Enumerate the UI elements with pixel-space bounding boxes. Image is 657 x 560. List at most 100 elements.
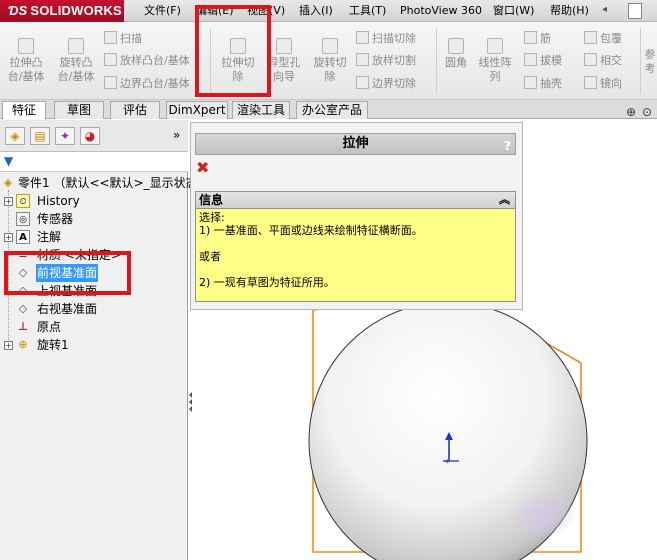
revolve-cut-icon — [322, 38, 338, 54]
menu-insert[interactable]: 插入(I) — [299, 3, 333, 19]
linear-pattern-button[interactable]: 线性阵 列 — [474, 38, 516, 84]
wrap-icon — [584, 31, 597, 44]
wrap-label: 包覆 — [600, 32, 622, 45]
loft-label: 放样凸台/基体 — [120, 54, 190, 67]
mirror-button[interactable]: 镜向 — [584, 76, 622, 91]
linear-pattern-icon — [487, 38, 503, 54]
tree-item-label: History — [37, 194, 80, 208]
lofted-cut-label: 放样切割 — [372, 54, 416, 67]
feature-manager-panel: ◈ ▤ ✦ ◕ » ▼ ◈ 零件1 （默认<<默认>_显示状态 + ⏲ Hist… — [0, 120, 198, 560]
menu-photoview[interactable]: PhotoView 360 — [400, 3, 482, 19]
tab-office-products[interactable]: 办公室产品 — [296, 101, 368, 119]
filter-bar[interactable]: ▼ — [0, 152, 188, 172]
info-line — [199, 237, 512, 250]
ribbon-separator — [436, 28, 437, 94]
zoom-area-icon[interactable]: ⊙ — [642, 105, 652, 119]
pin-icon[interactable]: ◂ — [602, 4, 607, 15]
property-manager: 拉伸 ? ✖ 信息 ︽ 选择: 1) 一基准面、平面或边线来绘制特征横断面。 或… — [190, 122, 523, 310]
intersect-button[interactable]: 相交 — [584, 53, 622, 68]
origin-icon: ⊥ — [17, 320, 29, 333]
history-icon: ⏲ — [16, 194, 30, 208]
fillet-button[interactable]: 圆角 — [440, 38, 472, 70]
shell-button[interactable]: 抽壳 — [524, 76, 562, 91]
tree-item-label: 注解 — [37, 230, 62, 244]
loft-icon — [104, 53, 117, 66]
lofted-cut-button[interactable]: 放样切割 — [356, 53, 416, 68]
menu-window[interactable]: 窗口(W) — [493, 3, 534, 19]
boundary-cut-button[interactable]: 边界切除 — [356, 76, 416, 91]
tree-item-history[interactable]: + ⏲ History — [0, 192, 188, 210]
info-line: 2) 一现有草图为特征所用。 — [199, 276, 335, 289]
intersect-label: 相交 — [600, 54, 622, 67]
tree-root-label: 零件1 （默认<<默认>_显示状态 — [18, 176, 198, 190]
boundary-boss-icon — [104, 76, 117, 89]
tab-dimxpert[interactable]: DimXpert — [166, 101, 228, 119]
command-tabs: 特征 草图 评估 DimXpert 渲染工具 办公室产品 — [0, 100, 657, 120]
extrude-boss-button[interactable]: 拉伸凸 台/基体 — [4, 38, 48, 84]
tree-item-label: 右视基准面 — [37, 302, 98, 316]
cancel-icon[interactable]: ✖ — [196, 160, 212, 176]
zoom-icon[interactable]: ⊕ — [626, 105, 636, 119]
swept-cut-button[interactable]: 扫描切除 — [356, 31, 416, 46]
revolve-boss-button[interactable]: 旋转凸 台/基体 — [54, 38, 98, 84]
boundary-cut-icon — [356, 76, 369, 89]
boundary-boss-button[interactable]: 边界凸台/基体 — [104, 76, 190, 91]
tree-item-annotations[interactable]: + A 注解 — [0, 228, 188, 246]
plane-icon: ◇ — [18, 302, 28, 315]
tab-features[interactable]: 特征 — [2, 101, 46, 120]
hole-wizard-label: 异型孔 向导 — [267, 56, 301, 83]
menu-bar: ƊS SOLIDWORKS 文件(F) 编辑(E) 视图(V) 插入(I) 工具(… — [0, 0, 657, 22]
expand-icon[interactable]: + — [4, 233, 13, 242]
tab-render-tools[interactable]: 渲染工具 — [232, 101, 290, 119]
menu-file[interactable]: 文件(F) — [144, 3, 181, 19]
hole-wizard-icon — [276, 38, 292, 54]
rib-button[interactable]: 筋 — [524, 31, 551, 46]
reference-geometry-button[interactable]: 参 考 — [643, 48, 657, 76]
collapse-icon[interactable]: ︽ — [499, 192, 510, 208]
help-icon[interactable]: ? — [504, 136, 511, 156]
heads-up-toolbar: ⊕ ⊙ — [626, 105, 654, 120]
tree-item-origin[interactable]: ⊥ 原点 — [0, 318, 188, 336]
linear-pattern-label: 线性阵 列 — [478, 56, 512, 83]
menu-help[interactable]: 帮助(H) — [550, 3, 589, 19]
filter-icon[interactable]: ▼ — [4, 154, 13, 168]
solidworks-logo[interactable]: ƊS SOLIDWORKS — [0, 0, 124, 22]
tab-evaluate[interactable]: 评估 — [110, 101, 160, 119]
tree-root-part[interactable]: ◈ 零件1 （默认<<默认>_显示状态 — [0, 174, 198, 192]
revolve-cut-button[interactable]: 旋转切 除 — [308, 38, 352, 84]
sweep-button[interactable]: 扫描 — [104, 31, 142, 46]
expand-icon[interactable]: + — [4, 197, 13, 206]
highlight-extrude-cut — [195, 5, 271, 97]
mirror-icon — [584, 76, 597, 89]
wrap-button[interactable]: 包覆 — [584, 31, 622, 46]
boundary-boss-label: 边界凸台/基体 — [120, 77, 190, 90]
menu-tools[interactable]: 工具(T) — [349, 3, 386, 19]
expand-icon[interactable]: + — [4, 341, 13, 350]
loft-button[interactable]: 放样凸台/基体 — [104, 53, 190, 68]
expand-arrows-icon[interactable]: » — [173, 128, 180, 142]
extrude-header: 拉伸 ? — [195, 133, 516, 155]
annotation-icon: A — [16, 230, 30, 244]
tree-item-label: 传感器 — [37, 212, 74, 226]
revolve-cut-label: 旋转切 除 — [313, 56, 347, 83]
shell-label: 抽壳 — [540, 77, 562, 90]
shell-icon — [524, 76, 537, 89]
configuration-manager-icon[interactable]: ✦ — [55, 127, 75, 145]
tree-item-label: 旋转1 — [37, 338, 69, 352]
display-manager-icon[interactable]: ◕ — [80, 127, 100, 145]
draft-button[interactable]: 拔模 — [524, 53, 562, 68]
fillet-label: 圆角 — [445, 56, 467, 69]
intersect-icon — [584, 53, 597, 66]
tab-sketch[interactable]: 草图 — [54, 101, 104, 119]
tree-item-revolve1[interactable]: + ⊕ 旋转1 — [0, 336, 188, 354]
property-manager-icon[interactable]: ▤ — [30, 127, 50, 145]
feature-manager-icon[interactable]: ◈ — [5, 127, 25, 145]
highlight-front-plane — [4, 251, 131, 295]
panel-toolbar: ◈ ▤ ✦ ◕ » — [0, 120, 188, 152]
info-header[interactable]: 信息 ︽ — [196, 192, 515, 209]
tree-item-sensors[interactable]: ◎ 传感器 — [0, 210, 188, 228]
new-document-icon[interactable] — [628, 3, 642, 19]
tree-item-label: 原点 — [37, 320, 62, 334]
draft-label: 拔模 — [540, 54, 562, 67]
tree-item-right-plane[interactable]: ◇ 右视基准面 — [0, 300, 188, 318]
